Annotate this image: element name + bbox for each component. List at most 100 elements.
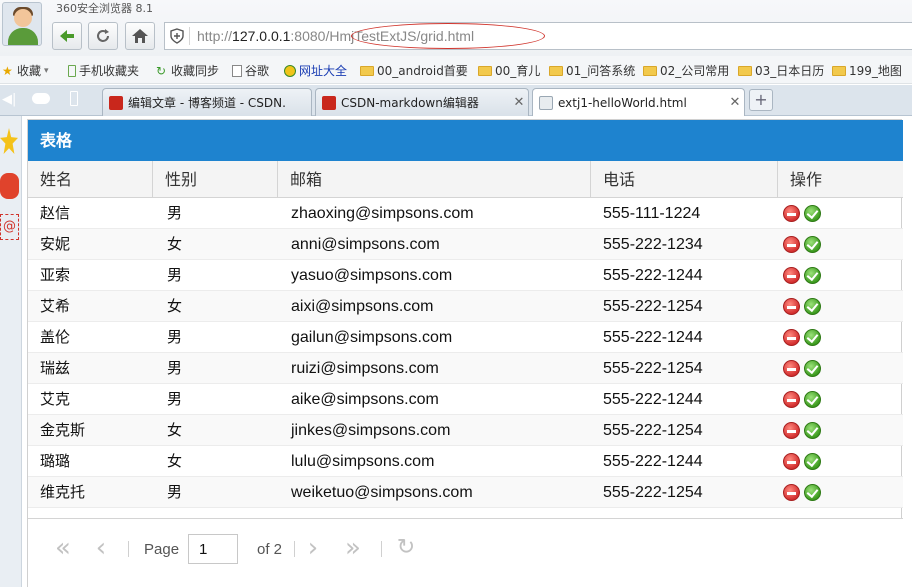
cell-name: 艾克	[40, 390, 71, 408]
table-row[interactable]: 瑞兹 男 ruizi@simpsons.com 555-222-1254	[28, 353, 903, 384]
confirm-icon[interactable]	[804, 298, 821, 315]
cell-email: weiketuo@simpsons.com	[291, 484, 473, 501]
sidebar-toggle-icon[interactable]: ◀|	[2, 92, 16, 107]
cell-gender: 男	[167, 204, 183, 222]
user-avatar[interactable]	[2, 2, 42, 46]
next-page-icon[interactable]: ›	[298, 533, 328, 563]
delete-icon[interactable]	[783, 267, 800, 284]
confirm-icon[interactable]	[804, 205, 821, 222]
cloud-icon[interactable]	[32, 93, 50, 104]
confirm-icon[interactable]	[804, 267, 821, 284]
cell-phone: 555-111-1224	[603, 205, 701, 222]
mobile-icon[interactable]	[70, 91, 78, 106]
table-row[interactable]: 金克斯 女 jinkes@simpsons.com 555-222-1254	[28, 415, 903, 446]
confirm-icon[interactable]	[804, 236, 821, 253]
delete-icon[interactable]	[783, 360, 800, 377]
cell-email: ruizi@simpsons.com	[291, 360, 439, 377]
column-header-phone[interactable]: 电话	[591, 161, 778, 198]
table-row[interactable]: 艾希 女 aixi@simpsons.com 555-222-1254	[28, 291, 903, 322]
address-bar[interactable]: http://127.0.0.1:8080/HmjTestExtJS/grid.…	[164, 22, 912, 50]
close-icon[interactable]: ✕	[726, 95, 744, 110]
delete-icon[interactable]	[783, 484, 800, 501]
csdn-icon	[322, 95, 336, 110]
folder-icon	[478, 65, 492, 76]
mail-at-icon[interactable]: @	[0, 214, 19, 240]
cell-name: 维克托	[40, 483, 86, 501]
table-row[interactable]: 维克托 男 weiketuo@simpsons.com 555-222-1254	[28, 477, 903, 508]
bookmark-hao[interactable]: 网址大全	[284, 62, 347, 79]
cell-name: 亚索	[40, 266, 71, 284]
bookmark-folder-map[interactable]: 199_地图	[832, 62, 902, 79]
table-row[interactable]: 亚索 男 yasuo@simpsons.com 555-222-1244	[28, 260, 903, 291]
column-header-gender[interactable]: 性别	[153, 161, 278, 198]
bookmark-sync[interactable]: ↻ 收藏同步	[156, 62, 219, 79]
home-button[interactable]	[125, 22, 155, 50]
confirm-icon[interactable]	[804, 453, 821, 470]
cell-email: zhaoxing@simpsons.com	[291, 205, 474, 222]
cell-name: 赵信	[40, 204, 71, 222]
refresh-grid-icon[interactable]: ↻	[391, 533, 421, 563]
delete-icon[interactable]	[783, 205, 800, 222]
column-header-actions[interactable]: 操作	[778, 161, 903, 198]
tab-helloworld[interactable]: extj1-helloWorld.html ✕	[532, 88, 745, 116]
delete-icon[interactable]	[783, 391, 800, 408]
confirm-icon[interactable]	[804, 329, 821, 346]
cell-gender: 男	[167, 390, 183, 408]
bookmark-mobile[interactable]: 手机收藏夹	[68, 62, 139, 79]
bookmark-folder-qa[interactable]: 01_问答系统	[549, 62, 635, 79]
grid-title: 表格	[28, 120, 903, 161]
first-page-icon[interactable]: «	[48, 533, 78, 563]
delete-icon[interactable]	[783, 422, 800, 439]
delete-icon[interactable]	[783, 453, 800, 470]
table-row[interactable]: 盖伦 男 gailun@simpsons.com 555-222-1244	[28, 322, 903, 353]
grid-panel: 表格 姓名 性别 邮箱 电话 操作 赵信男 zhaoxing@simpsons.c…	[27, 119, 903, 588]
table-row[interactable]: 璐璐 女 lulu@simpsons.com 555-222-1244	[28, 446, 903, 477]
tab-csdn-edit[interactable]: 编辑文章 - 博客频道 - CSDN.	[102, 88, 312, 116]
column-header-name[interactable]: 姓名	[28, 161, 153, 198]
home-icon	[132, 29, 148, 43]
confirm-icon[interactable]	[804, 422, 821, 439]
folder-icon	[643, 65, 657, 76]
confirm-icon[interactable]	[804, 484, 821, 501]
delete-icon[interactable]	[783, 329, 800, 346]
bookmark-google[interactable]: 谷歌	[232, 62, 269, 79]
favorites-star-icon[interactable]	[0, 128, 18, 154]
globe-icon	[284, 64, 296, 77]
column-header-email[interactable]: 邮箱	[278, 161, 591, 198]
table-row[interactable]: 安妮 女 anni@simpsons.com 555-222-1234	[28, 229, 903, 260]
cell-name: 艾希	[40, 297, 71, 315]
bookmark-folder-parenting[interactable]: 00_育儿	[478, 62, 540, 79]
browser-sidebar: @	[0, 116, 22, 587]
last-page-icon[interactable]: »	[338, 533, 368, 563]
close-icon[interactable]: ✕	[510, 95, 528, 110]
back-button[interactable]	[52, 22, 82, 50]
new-tab-button[interactable]: +	[749, 89, 773, 111]
folder-icon	[549, 65, 563, 76]
cell-gender: 女	[167, 297, 183, 315]
table-row[interactable]: 赵信 男 zhaoxing@simpsons.com 555-111-1224	[28, 198, 903, 229]
weibo-icon[interactable]	[0, 173, 19, 199]
delete-icon[interactable]	[783, 298, 800, 315]
page-icon	[539, 95, 553, 110]
cell-email: anni@simpsons.com	[291, 236, 440, 253]
cell-name: 安妮	[40, 235, 71, 253]
tab-csdn-markdown[interactable]: CSDN-markdown编辑器 ✕	[315, 88, 529, 116]
confirm-icon[interactable]	[804, 360, 821, 377]
refresh-button[interactable]	[88, 22, 118, 50]
bookmark-folder-company[interactable]: 02_公司常用	[643, 62, 729, 79]
tab-bar: ◀| 编辑文章 - 博客频道 - CSDN. CSDN-markdown编辑器 …	[0, 85, 912, 116]
cell-gender: 男	[167, 266, 183, 284]
confirm-icon[interactable]	[804, 391, 821, 408]
bookmark-folder-calendar[interactable]: 03_日本日历	[738, 62, 824, 79]
table-row[interactable]: 艾克 男 aike@simpsons.com 555-222-1244	[28, 384, 903, 415]
paging-toolbar: « ‹ Page of 2 › » ↻	[28, 518, 903, 588]
cell-phone: 555-222-1254	[603, 484, 703, 501]
cell-gender: 女	[167, 421, 183, 439]
bookmark-folder-android[interactable]: 00_android首要	[360, 62, 468, 79]
bookmark-favorites[interactable]: ★ 收藏 ▾	[2, 62, 49, 79]
cell-name: 盖伦	[40, 328, 71, 346]
prev-page-icon[interactable]: ‹	[86, 533, 116, 563]
page-number-input[interactable]	[188, 534, 238, 564]
app-title: 360安全浏览器 8.1	[56, 2, 153, 15]
delete-icon[interactable]	[783, 236, 800, 253]
